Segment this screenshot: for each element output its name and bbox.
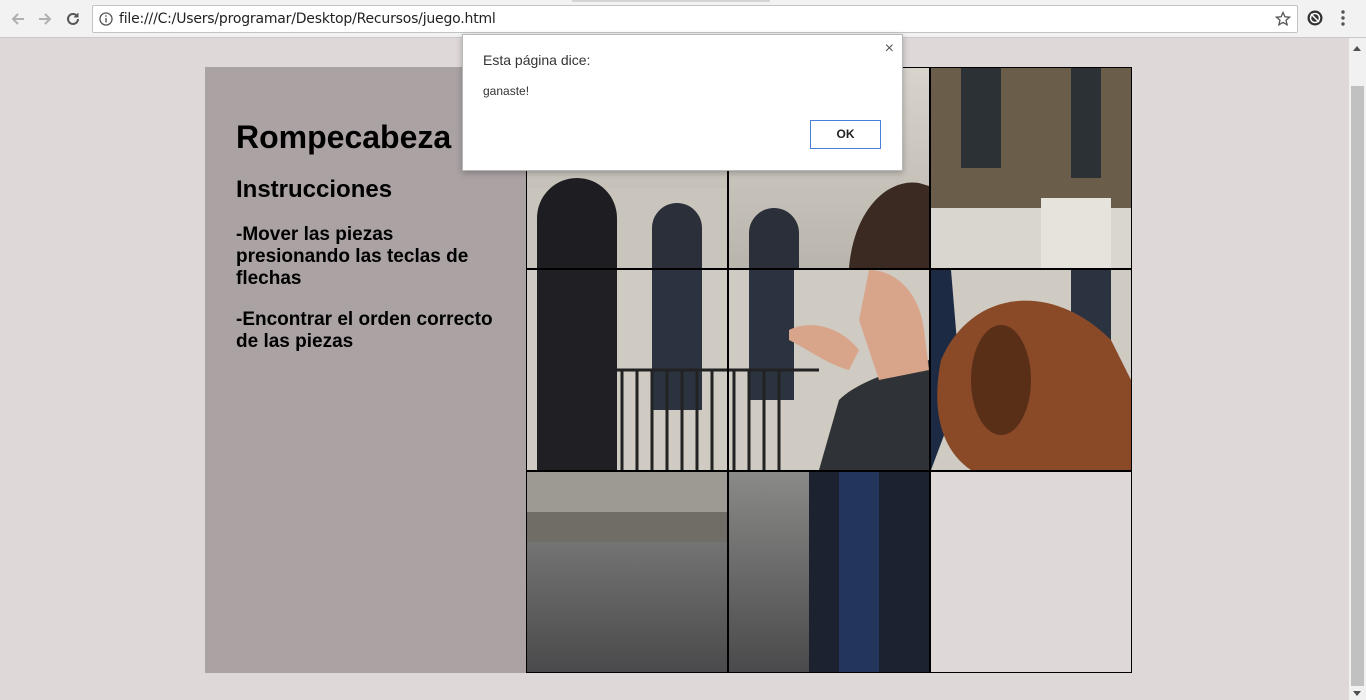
puzzle-piece-4[interactable]	[526, 269, 728, 471]
forward-button[interactable]	[34, 8, 56, 30]
scroll-up-arrow-icon[interactable]	[1353, 46, 1361, 51]
browser-toolbar: file:///C:/Users/programar/Desktop/Recur…	[0, 0, 1366, 38]
alert-dialog: Esta página dice: ganaste! × OK	[462, 34, 903, 171]
page-scrollbar[interactable]	[1349, 38, 1366, 700]
scroll-thumb[interactable]	[1351, 86, 1364, 686]
star-icon[interactable]	[1274, 10, 1292, 32]
puzzle-empty-slot[interactable]	[930, 471, 1132, 673]
vertical-dots-icon[interactable]	[1340, 9, 1346, 32]
ok-button[interactable]: OK	[810, 120, 881, 149]
instruction-move: -Mover las piezas presionando las teclas…	[236, 224, 469, 289]
dialog-title: Esta página dice:	[483, 52, 591, 68]
info-icon[interactable]	[99, 12, 113, 31]
puzzle-piece-7[interactable]	[526, 471, 728, 673]
reload-icon	[67, 12, 79, 25]
reload-button[interactable]	[62, 8, 84, 30]
instructions-heading: Instrucciones	[236, 176, 393, 203]
scroll-down-arrow-icon[interactable]	[1353, 691, 1361, 696]
puzzle-piece-6[interactable]	[930, 269, 1132, 471]
puzzle-piece-3[interactable]	[930, 67, 1132, 269]
close-icon[interactable]: ×	[885, 40, 894, 58]
back-button[interactable]	[7, 8, 29, 30]
address-bar[interactable]: file:///C:/Users/programar/Desktop/Recur…	[92, 5, 1298, 33]
extension-icon[interactable]	[1306, 9, 1324, 32]
instruction-order: -Encontrar el orden correcto de las piez…	[236, 309, 493, 352]
arrow-left-icon	[11, 13, 24, 25]
tab-indicator	[572, 0, 770, 2]
arrow-right-icon	[39, 13, 52, 25]
puzzle-piece-5[interactable]	[728, 269, 930, 471]
dialog-message: ganaste!	[483, 84, 530, 98]
puzzle-piece-8[interactable]	[728, 471, 930, 673]
url-text[interactable]: file:///C:/Users/programar/Desktop/Recur…	[119, 11, 496, 27]
